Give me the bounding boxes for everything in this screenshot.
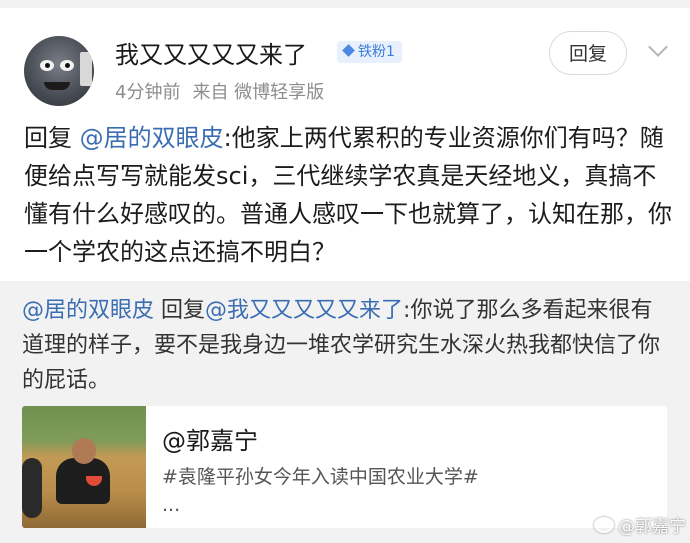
top-divider <box>0 0 690 8</box>
watermark-text: @郭嘉宁 <box>618 517 686 537</box>
reply-button[interactable]: 回复 <box>549 31 627 75</box>
avatar-mouth <box>44 82 70 90</box>
post-meta: 4分钟前 来自 微博轻享版 <box>115 78 336 104</box>
chevron-down-icon[interactable] <box>648 37 668 57</box>
card-ellipsis: ... <box>162 494 181 516</box>
quoted-reply-text: @居的双眼皮 回复@我又又又又又来了:你说了那么多看起来很有道理的样子，要不是我… <box>22 293 670 398</box>
weibo-watermark: @郭嘉宁 <box>594 512 686 537</box>
avatar-eye-right <box>60 60 74 71</box>
quote-reply-label: 回复 <box>154 298 206 323</box>
card-title[interactable]: @郭嘉宁 <box>162 421 258 456</box>
post-time: 4分钟前 <box>115 82 181 103</box>
comment-body: 回复 @居的双眼皮:他家上两代累积的专业资源你们有吗？随便给点写写就能发sci，… <box>24 119 674 271</box>
weibo-comment-page: 我又又又又又来了 铁粉1 4分钟前 来自 微博轻享版 回复 回复 @居的双眼皮:他… <box>0 0 690 543</box>
diamond-icon <box>342 44 355 57</box>
quote-mention-link[interactable]: @居的双眼皮 <box>22 298 154 323</box>
post-source: 来自 微博轻享版 <box>192 82 325 103</box>
comment-reply-prefix: 回复 <box>24 124 80 152</box>
avatar-eye-left <box>40 60 54 71</box>
thumbnail-person-body <box>56 458 110 504</box>
mention-link[interactable]: @居的双眼皮 <box>80 124 224 152</box>
badge-label: 铁粉1 <box>358 44 395 60</box>
link-card[interactable]: @郭嘉宁 #袁隆平孙女今年入读中国农业大学# ... <box>22 406 667 528</box>
weibo-logo-icon <box>594 517 614 533</box>
card-hashtag[interactable]: #袁隆平孙女今年入读中国农业大学# <box>162 462 479 489</box>
fan-badge[interactable]: 铁粉1 <box>337 41 402 63</box>
avatar[interactable] <box>24 36 94 106</box>
thumbnail-person-head <box>72 438 96 464</box>
card-thumbnail <box>22 406 146 528</box>
thumbnail-person-side <box>22 458 42 518</box>
username[interactable]: 我又又又又又来了 <box>115 35 307 70</box>
quote-mention-link-2[interactable]: @我又又又又又来了 <box>205 298 403 323</box>
avatar-sign <box>80 52 92 86</box>
